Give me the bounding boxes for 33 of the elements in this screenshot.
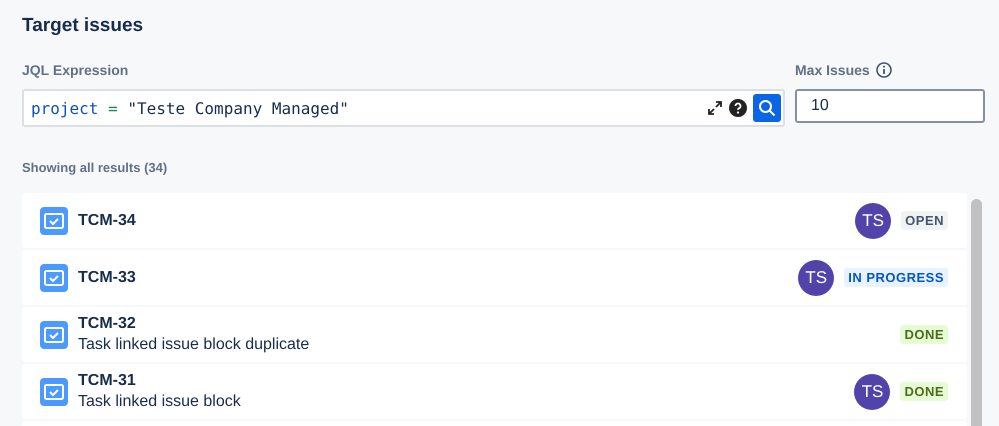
issue-key: TCM-33 [78, 268, 788, 288]
jql-input-field[interactable]: project = "Teste Company Managed" [22, 89, 785, 127]
task-checkbox-icon [40, 320, 68, 348]
task-checkbox-icon [40, 378, 68, 406]
avatar: TS [798, 260, 834, 296]
task-checkbox-icon [40, 206, 68, 234]
max-issues-input[interactable]: 10 [795, 89, 985, 123]
avatar: TS [855, 202, 892, 238]
issue-row[interactable]: TCM-32 Task linked issue block duplicate DONE [22, 307, 967, 362]
status-lozenge: IN PROGRESS [844, 268, 948, 287]
issue-summary: Task linked issue block duplicate [78, 334, 310, 354]
issue-key: TCM-31 [78, 370, 844, 390]
status-lozenge: OPEN [901, 211, 948, 230]
issue-row[interactable]: TCM-34 TS OPEN [22, 193, 967, 248]
issue-key: TCM-32 [78, 314, 890, 334]
task-checkbox-icon [40, 264, 68, 292]
issue-row[interactable]: TCM-33 TS IN PROGRESS [22, 250, 967, 305]
issue-summary: Task linked issue block [78, 392, 242, 412]
avatar: TS [854, 374, 890, 410]
info-icon[interactable] [876, 62, 892, 78]
status-lozenge: DONE [900, 382, 948, 401]
field-label: JQL Expression [22, 62, 128, 78]
search-button[interactable] [753, 94, 781, 122]
issue-key: TCM-34 [78, 210, 846, 230]
results-count: Showing all results (34) [22, 160, 168, 175]
field-label: Max Issues [795, 62, 870, 78]
scrollbar[interactable] [971, 199, 982, 426]
search-icon [758, 99, 776, 117]
status-lozenge: DONE [900, 325, 948, 344]
section-title: Target issues [22, 14, 144, 38]
issue-row[interactable]: TCM-31 Task linked issue block TS DONE [22, 364, 967, 419]
expand-icon[interactable] [707, 100, 723, 116]
help-icon[interactable] [729, 99, 747, 117]
